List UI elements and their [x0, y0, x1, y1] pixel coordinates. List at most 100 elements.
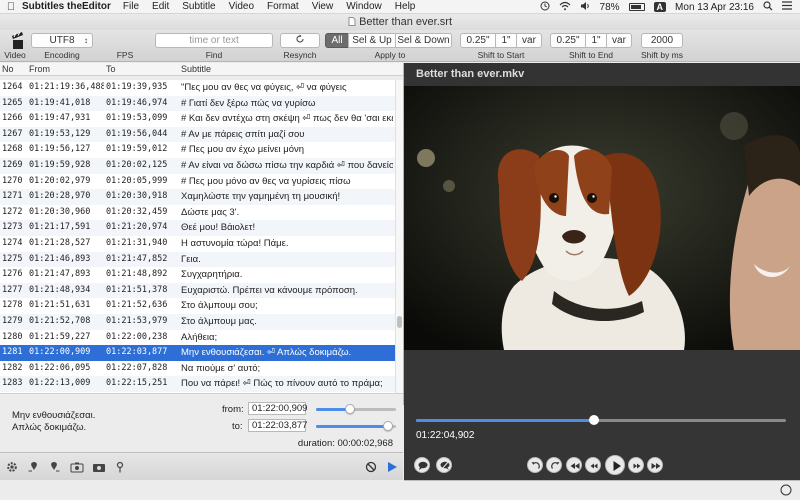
play-button[interactable] [605, 455, 625, 475]
menu-help[interactable]: Help [395, 1, 416, 12]
table-row[interactable]: 1280 01:21:59,227 01:22:00,238 Αλήθεια; [0, 330, 395, 346]
menu-subtitle[interactable]: Subtitle [182, 1, 215, 12]
volume-icon[interactable] [580, 1, 591, 14]
to-label: to: [232, 421, 243, 432]
fps-label: FPS [116, 50, 134, 60]
encoding-select[interactable]: UTF8 ↕ [31, 33, 93, 48]
video-seek-fill [416, 419, 594, 422]
table-row[interactable]: 1273 01:21:17,591 01:21:20,974 Θεέ μου! Βάι… [0, 220, 395, 236]
location-pin-icon[interactable] [114, 461, 126, 473]
remove-marker-icon[interactable] [48, 461, 60, 473]
circle-icon[interactable] [780, 484, 792, 499]
input-source-icon[interactable]: A [653, 2, 667, 12]
rewind-button[interactable] [585, 457, 601, 473]
add-marker-icon[interactable] [28, 461, 40, 473]
menubar-clock[interactable]: Mon 13 Apr 23:16 [675, 2, 754, 13]
table-scroll-thumb[interactable] [397, 316, 402, 328]
table-scrollbar[interactable] [395, 80, 403, 393]
clock-icon[interactable] [540, 1, 550, 14]
menu-file[interactable]: File [123, 1, 139, 12]
shift-end-var[interactable]: var [606, 33, 632, 48]
menu-view[interactable]: View [312, 1, 334, 12]
row-to-time: 01:20:05,999 [106, 175, 168, 186]
table-row[interactable]: 1281 01:22:00,909 01:22:03,877 Μην ενθουσιά… [0, 345, 395, 361]
column-header-to[interactable]: To [106, 64, 116, 74]
battery-icon[interactable] [628, 3, 645, 11]
table-row[interactable]: 1278 01:21:51,631 01:21:52,636 Στο άλμπουμ … [0, 298, 395, 314]
camera-icon[interactable] [92, 461, 106, 473]
menu-list-icon[interactable] [782, 1, 792, 13]
column-header-subtitle[interactable]: Subtitle [181, 64, 211, 74]
row-from-time: 01:21:48,934 [29, 284, 91, 295]
apply-sel-up-button[interactable]: Sel & Up [348, 33, 396, 48]
table-row[interactable]: 1272 01:20:30,960 01:20:32,459 Δώστε μας 3'… [0, 205, 395, 221]
table-row[interactable]: 1282 01:22:06,095 01:22:07,828 Να πιούμε σ'… [0, 361, 395, 377]
row-to-time: 01:19:46,974 [106, 97, 168, 108]
wifi-icon[interactable] [559, 1, 571, 14]
row-to-time: 01:22:03,877 [106, 347, 168, 358]
previous-subtitle-button[interactable] [566, 457, 582, 473]
spotlight-icon[interactable] [763, 0, 773, 14]
next-subtitle-button[interactable] [647, 457, 663, 473]
snapshot-icon[interactable] [70, 461, 84, 473]
shift-end-value[interactable]: 0.25" [550, 33, 586, 48]
table-row[interactable]: 1264 01:21:19:36,488 01:19:39,935 "Πες μου … [0, 80, 395, 96]
from-slider[interactable] [316, 404, 396, 414]
subtitle-toggle-button[interactable] [436, 457, 452, 473]
table-row[interactable]: 1269 01:19:59,928 01:20:02,125 # Αν είναι ν… [0, 157, 395, 174]
table-row[interactable]: 1270 01:20:02,979 01:20:05,999 # Πες μου μό… [0, 174, 395, 190]
shift-start-unit[interactable]: 1" [495, 33, 517, 48]
undo-button[interactable] [527, 457, 543, 473]
to-slider[interactable] [316, 421, 396, 431]
chevron-updown-icon: ↕ [84, 36, 88, 45]
apply-sel-down-button[interactable]: Sel & Down [395, 33, 452, 48]
window-titlebar: Better than ever.srt [0, 14, 800, 30]
subtitle-bubble-button[interactable] [414, 457, 430, 473]
shift-ms-input[interactable]: 2000 [641, 33, 683, 48]
from-slider-knob[interactable] [344, 404, 355, 414]
resynch-button[interactable] [280, 33, 320, 48]
no-entry-icon[interactable] [365, 461, 377, 473]
to-slider-knob[interactable] [383, 421, 393, 431]
shift-end-label: Shift to End [569, 50, 613, 60]
redo-button[interactable] [546, 457, 562, 473]
shift-start-var[interactable]: var [516, 33, 542, 48]
menu-edit[interactable]: Edit [152, 1, 169, 12]
play-selection-icon[interactable] [386, 461, 398, 473]
subtitle-text-editor[interactable]: Μην ενθουσιάζεσαι. Απλώς δοκιμάζω. [12, 410, 95, 434]
column-header-from[interactable]: From [29, 64, 50, 74]
apple-icon[interactable]:  [0, 1, 22, 13]
row-number: 1278 [2, 300, 23, 311]
to-time-field[interactable]: 01:22:03,877 [248, 419, 307, 432]
fast-forward-button[interactable] [628, 457, 644, 473]
table-row[interactable]: 1276 01:21:47,893 01:21:48,892 Συγχαρητήρια… [0, 267, 395, 283]
table-row[interactable]: 1271 01:20:28,970 01:20:30,918 Χαμηλώστε τη… [0, 189, 395, 205]
table-row[interactable]: 1279 01:21:52,708 01:21:53,979 Στο άλμπουμ … [0, 313, 395, 330]
table-row[interactable]: 1275 01:21:46,893 01:21:47,852 Γεια. [0, 251, 395, 268]
from-time-field[interactable]: 01:22:00,909 [248, 402, 307, 415]
menu-window[interactable]: Window [346, 1, 382, 12]
row-from-time: 01:21:52,708 [29, 315, 91, 326]
table-row[interactable]: 1268 01:19:56,127 01:19:59,012 # Πες μου αν… [0, 142, 395, 158]
shift-start-value[interactable]: 0.25" [460, 33, 496, 48]
settings-gear-icon[interactable] [6, 461, 18, 473]
table-row[interactable]: 1274 01:21:28,527 01:21:31,940 Η αστυνομία … [0, 236, 395, 252]
table-row[interactable]: 1267 01:19:53,129 01:19:56,044 # Αν με πάρε… [0, 126, 395, 143]
apply-all-button[interactable]: All [325, 33, 349, 48]
menu-video[interactable]: Video [229, 1, 254, 12]
find-input[interactable]: time or text [155, 33, 273, 48]
column-header-no[interactable]: No [2, 64, 14, 74]
menu-app-name[interactable]: Subtitles theEditor [22, 1, 111, 12]
table-row[interactable]: 1277 01:21:48,934 01:21:51,378 Ευχαριστώ. Π… [0, 282, 395, 299]
table-row[interactable]: 1266 01:19:47,931 01:19:53,099 # Και δεν αν… [0, 111, 395, 127]
video-player[interactable] [404, 86, 800, 350]
video-frame [404, 86, 800, 350]
table-row[interactable]: 1265 01:19:41,018 01:19:46,974 # Γιατί δεν … [0, 95, 395, 112]
video-seek-knob[interactable] [588, 415, 599, 425]
subtitle-table[interactable]: 1264 01:21:19:36,488 01:19:39,935 "Πες μου … [0, 80, 395, 393]
table-row[interactable]: 1283 01:22:13,009 01:22:15,251 Που να πάρει… [0, 376, 395, 392]
shift-end-unit[interactable]: 1" [585, 33, 607, 48]
refresh-icon [295, 34, 305, 46]
video-seek-bar[interactable] [416, 415, 786, 425]
menu-format[interactable]: Format [267, 1, 299, 12]
